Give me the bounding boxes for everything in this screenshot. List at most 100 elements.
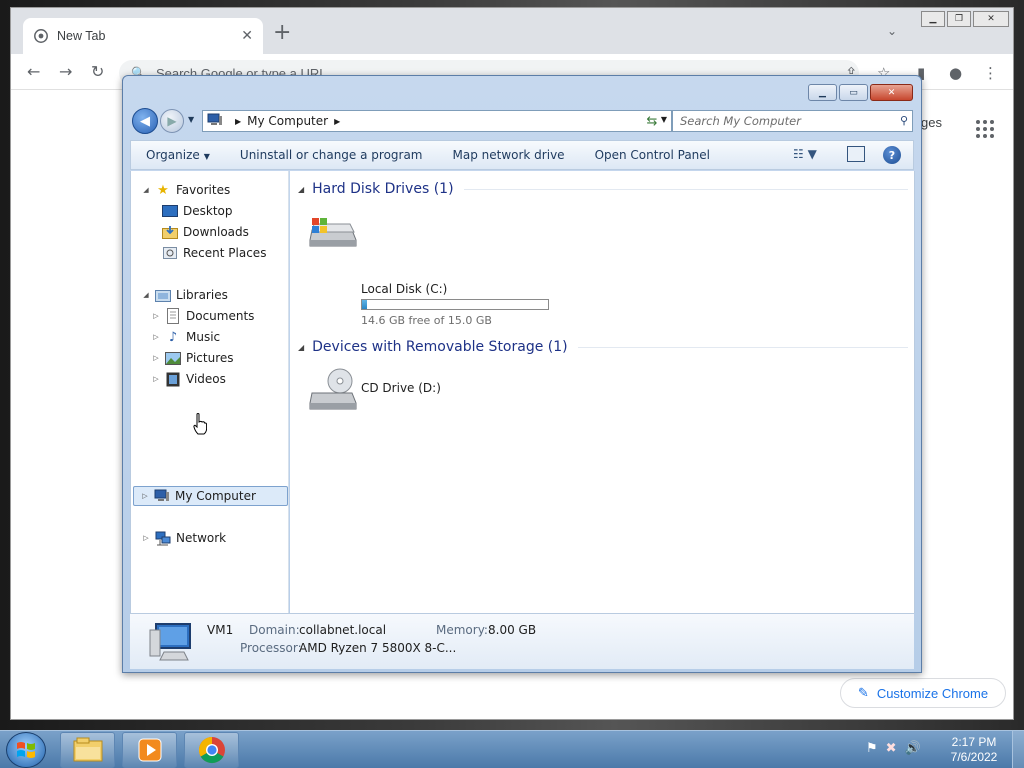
expanded-arrow-icon[interactable]: ◢	[141, 186, 151, 194]
maximize-icon[interactable]: ▭	[839, 84, 868, 101]
nav-music[interactable]: ▷ ♪ Music	[151, 327, 220, 347]
nav-downloads-label: Downloads	[183, 225, 249, 239]
map-network-drive-button[interactable]: Map network drive	[438, 148, 580, 162]
taskbar-media-player-button[interactable]	[122, 732, 177, 768]
search-input[interactable]: Search My Computer ⚲	[672, 110, 913, 132]
nav-desktop[interactable]: Desktop	[161, 201, 233, 221]
windows-logo-icon	[17, 742, 35, 758]
uninstall-program-button[interactable]: Uninstall or change a program	[225, 148, 438, 162]
chrome-window-controls: ▁ ❐ ✕	[921, 11, 1009, 27]
forward-arrow-icon[interactable]: →	[59, 62, 72, 81]
expanded-arrow-icon[interactable]: ◢	[141, 291, 151, 299]
minimize-icon[interactable]: ▁	[921, 11, 945, 27]
group-divider	[463, 188, 908, 190]
google-apps-grid-icon[interactable]	[976, 120, 994, 138]
nav-my-computer[interactable]: ▷ My Computer	[133, 486, 288, 506]
new-tab-plus-icon[interactable]: +	[273, 22, 291, 44]
nav-recent-places[interactable]: Recent Places	[161, 243, 266, 263]
breadcrumb-arrow-icon[interactable]: ▶	[235, 117, 241, 126]
recent-pages-dropdown-icon[interactable]: ▼	[188, 115, 194, 124]
organize-button[interactable]: Organize ▼	[131, 148, 225, 162]
collapsed-arrow-icon[interactable]: ▷	[141, 534, 151, 542]
nav-downloads[interactable]: Downloads	[161, 222, 249, 242]
images-link[interactable]: ges	[921, 115, 942, 130]
change-view-icon[interactable]: ☷ ▼	[793, 147, 817, 161]
nav-network[interactable]: ▷ Network	[141, 528, 226, 548]
more-menu-icon[interactable]: ⋮	[983, 64, 998, 82]
pane-splitter[interactable]	[288, 171, 289, 613]
cd-drive-d-name[interactable]: CD Drive (D:)	[361, 381, 441, 395]
group-divider	[577, 346, 908, 348]
start-button[interactable]	[6, 732, 46, 768]
removable-storage-header[interactable]: ◢ Devices with Removable Storage (1)	[298, 339, 908, 355]
content-pane: ◢ Hard Disk Drives (1) Local Disk (C:) 1…	[290, 171, 915, 613]
customize-chrome-label: Customize Chrome	[876, 685, 989, 701]
network-disconnected-icon[interactable]: ✖	[886, 741, 897, 756]
nav-pictures[interactable]: ▷ Pictures	[151, 348, 233, 368]
customize-chrome-button[interactable]: ✎ Customize Chrome	[840, 678, 1006, 708]
local-disk-c-name[interactable]: Local Disk (C:)	[361, 282, 447, 296]
collapse-group-icon[interactable]: ◢	[298, 185, 304, 194]
nav-desktop-label: Desktop	[183, 204, 233, 218]
nav-my-computer-label: My Computer	[175, 489, 256, 503]
collapsed-arrow-icon[interactable]: ▷	[151, 354, 161, 362]
clock-date: 7/6/2022	[950, 750, 998, 764]
disk-usage-bar	[361, 299, 549, 310]
back-arrow-icon[interactable]: ←	[27, 62, 40, 81]
star-icon: ★	[157, 182, 169, 198]
refresh-icon[interactable]: ⇆	[641, 110, 663, 132]
nav-favorites[interactable]: ◢ ★ Favorites	[141, 180, 230, 200]
minimize-icon[interactable]: ▁	[808, 84, 837, 101]
nav-documents-label: Documents	[186, 309, 255, 323]
documents-icon	[164, 308, 182, 324]
address-location[interactable]: My Computer	[247, 114, 328, 128]
chrome-tab-new-tab[interactable]: New Tab ✕	[23, 18, 263, 54]
taskbar-clock[interactable]: 2:17 PM 7/6/2022	[944, 735, 1004, 765]
organize-label: Organize	[146, 148, 200, 162]
hard-disk-drives-header[interactable]: ◢ Hard Disk Drives (1)	[298, 181, 908, 197]
nav-recent-places-label: Recent Places	[183, 246, 267, 260]
clock-time: 2:17 PM	[951, 735, 997, 749]
taskbar-explorer-button[interactable]	[60, 732, 115, 768]
close-icon[interactable]: ✕	[870, 84, 913, 101]
nav-libraries-label: Libraries	[176, 288, 228, 302]
show-desktop-button[interactable]	[1012, 731, 1024, 768]
folder-icon	[73, 737, 102, 762]
nav-libraries[interactable]: ◢ Libraries	[141, 285, 228, 305]
reload-icon[interactable]: ↻	[91, 62, 104, 81]
profile-avatar-icon[interactable]: ●	[949, 64, 962, 82]
search-icon[interactable]: ⚲	[900, 114, 908, 127]
navigation-pane: ◢ ★ Favorites Desktop Downloads Recent P…	[130, 171, 289, 613]
pictures-icon	[164, 350, 182, 366]
preview-pane-icon[interactable]	[847, 146, 865, 162]
disk-usage-fill	[362, 300, 368, 309]
nav-documents[interactable]: ▷ Documents	[151, 306, 254, 326]
forward-button[interactable]: ▶	[160, 109, 184, 133]
taskbar-chrome-button[interactable]	[184, 732, 239, 768]
local-disk-c-item[interactable]	[300, 206, 560, 256]
address-bar[interactable]: ▶ My Computer ▶ ▼	[202, 110, 672, 132]
nav-videos[interactable]: ▷ Videos	[151, 369, 226, 389]
tab-search-chevron-icon[interactable]: ⌄	[887, 24, 897, 38]
volume-icon[interactable]: 🔊	[905, 741, 921, 756]
chrome-tab-title: New Tab	[57, 29, 106, 43]
collapsed-arrow-icon[interactable]: ▷	[151, 375, 161, 383]
computer-name: VM1	[207, 623, 234, 637]
close-tab-icon[interactable]: ✕	[241, 28, 253, 44]
collapsed-arrow-icon[interactable]: ▷	[151, 333, 161, 341]
hand-cursor-icon	[193, 413, 207, 435]
open-control-panel-button[interactable]: Open Control Panel	[580, 148, 725, 162]
help-icon[interactable]: ?	[883, 146, 901, 164]
collapse-group-icon[interactable]: ◢	[298, 343, 304, 352]
back-button[interactable]: ◀	[132, 108, 158, 134]
collapsed-arrow-icon[interactable]: ▷	[151, 312, 161, 320]
local-disk-c-free-space: 14.6 GB free of 15.0 GB	[361, 314, 492, 327]
nav-music-label: Music	[186, 330, 221, 344]
collapsed-arrow-icon[interactable]: ▷	[140, 492, 150, 500]
libraries-icon	[154, 287, 172, 303]
breadcrumb-arrow-icon[interactable]: ▶	[334, 117, 340, 126]
action-center-icon[interactable]: ⚑	[866, 741, 878, 756]
restore-icon[interactable]: ❐	[947, 11, 971, 27]
command-bar: Organize ▼ Uninstall or change a program …	[130, 140, 914, 170]
close-window-icon[interactable]: ✕	[973, 11, 1009, 27]
